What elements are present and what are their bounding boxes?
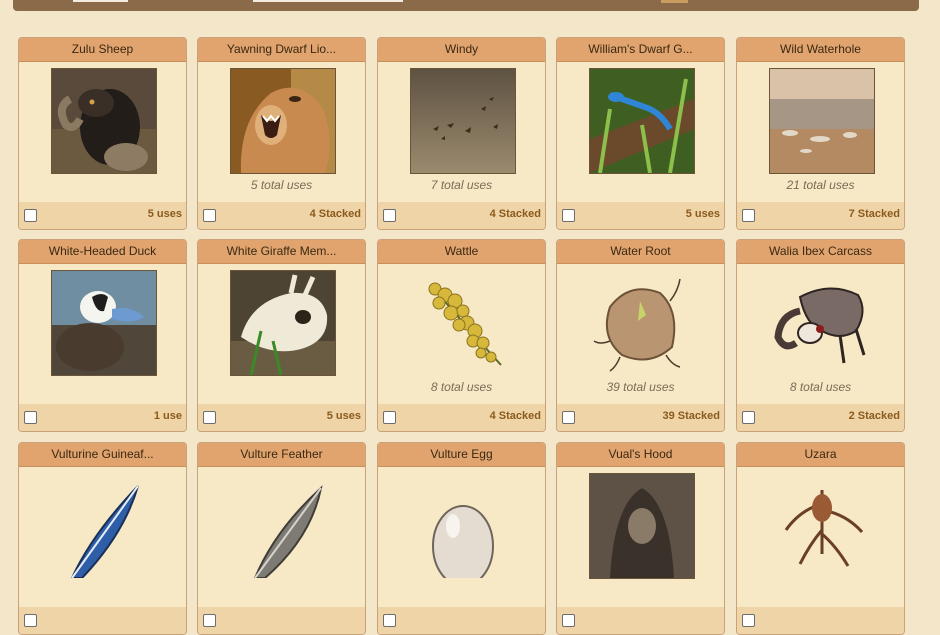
item-card[interactable]: Yawning Dwarf Lio... 5 total uses 4 Stacke… (197, 37, 366, 230)
select-checkbox[interactable] (742, 209, 755, 222)
select-checkbox[interactable] (562, 411, 575, 424)
item-card[interactable]: Water Root 39 total uses 39 Stacked (556, 239, 725, 432)
item-name[interactable]: Uzara (737, 443, 904, 467)
filter-button[interactable] (661, 0, 688, 3)
item-quantity: 4 Stacked (309, 208, 361, 220)
select-checkbox[interactable] (203, 411, 216, 424)
select-checkbox[interactable] (562, 614, 575, 627)
uzara-root-icon[interactable] (769, 473, 875, 579)
item-name[interactable]: Vual's Hood (557, 443, 724, 467)
search-field-2[interactable] (253, 0, 403, 2)
total-uses: 5 total uses (250, 178, 313, 192)
select-checkbox[interactable] (742, 614, 755, 627)
item-card[interactable]: Walia Ibex Carcass 8 total uses 2 Stacked (736, 239, 905, 432)
item-footer: 5 uses (198, 404, 365, 431)
select-checkbox[interactable] (24, 209, 37, 222)
item-footer (737, 607, 904, 634)
total-uses: 8 total uses (789, 380, 852, 394)
egg-icon[interactable] (410, 473, 516, 579)
item-quantity: 5 uses (685, 208, 720, 220)
item-name[interactable]: Walia Ibex Carcass (737, 240, 904, 264)
item-name[interactable]: Wild Waterhole (737, 38, 904, 62)
select-checkbox[interactable] (383, 209, 396, 222)
top-toolbar (13, 0, 919, 11)
total-uses: 8 total uses (430, 380, 493, 394)
item-footer: 4 Stacked (378, 202, 545, 229)
item-quantity: 2 Stacked (848, 410, 900, 422)
select-checkbox[interactable] (383, 614, 396, 627)
item-card[interactable]: Windy 7 total uses 4 Stacked (377, 37, 546, 230)
duck-portrait-icon[interactable] (51, 270, 157, 376)
item-footer: 5 uses (557, 202, 724, 229)
select-checkbox[interactable] (203, 614, 216, 627)
item-name[interactable]: William's Dwarf G... (557, 38, 724, 62)
item-card[interactable]: Wild Waterhole 21 total uses 7 Stacked (736, 37, 905, 230)
giraffe-skull-icon[interactable] (230, 270, 336, 376)
select-checkbox[interactable] (562, 209, 575, 222)
item-name[interactable]: Yawning Dwarf Lio... (198, 38, 365, 62)
waterhole-landscape-icon[interactable] (769, 68, 875, 174)
search-field-1[interactable] (73, 0, 128, 2)
item-quantity: 7 Stacked (848, 208, 900, 220)
item-footer: 1 use (19, 404, 186, 431)
sheep-portrait-icon[interactable] (51, 68, 157, 174)
item-card[interactable]: White Giraffe Mem... 5 uses (197, 239, 366, 432)
water-root-icon[interactable] (589, 270, 695, 376)
item-footer: 4 Stacked (198, 202, 365, 229)
item-card[interactable]: William's Dwarf G... 5 uses (556, 37, 725, 230)
item-card[interactable]: Wattle 8 total uses 4 Stacked (377, 239, 546, 432)
item-footer (378, 607, 545, 634)
item-quantity: 4 Stacked (489, 410, 541, 422)
select-checkbox[interactable] (24, 411, 37, 424)
item-name[interactable]: Vulture Feather (198, 443, 365, 467)
item-footer: 5 uses (19, 202, 186, 229)
windy-weather-icon[interactable] (410, 68, 516, 174)
item-quantity: 5 uses (326, 410, 361, 422)
item-card[interactable]: Uzara (736, 442, 905, 635)
total-uses: 39 total uses (606, 380, 675, 394)
item-footer: 4 Stacked (378, 404, 545, 431)
item-footer (557, 607, 724, 634)
guineafowl-feather-icon[interactable] (51, 473, 157, 579)
item-card[interactable]: Vulture Feather (197, 442, 366, 635)
item-footer (198, 607, 365, 634)
wattle-flower-icon[interactable] (410, 270, 516, 376)
item-quantity: 5 uses (147, 208, 182, 220)
item-card[interactable]: Vulture Egg (377, 442, 546, 635)
item-footer (19, 607, 186, 634)
item-quantity: 4 Stacked (489, 208, 541, 220)
item-name[interactable]: Windy (378, 38, 545, 62)
item-quantity: 1 use (153, 410, 182, 422)
item-card[interactable]: White-Headed Duck 1 use (18, 239, 187, 432)
total-uses: 7 total uses (430, 178, 493, 192)
item-name[interactable]: Wattle (378, 240, 545, 264)
item-name[interactable]: White Giraffe Mem... (198, 240, 365, 264)
item-name[interactable]: Zulu Sheep (19, 38, 186, 62)
total-uses: 21 total uses (786, 178, 855, 192)
select-checkbox[interactable] (24, 614, 37, 627)
select-checkbox[interactable] (203, 209, 216, 222)
hood-portrait-icon[interactable] (589, 473, 695, 579)
item-footer: 7 Stacked (737, 202, 904, 229)
select-checkbox[interactable] (742, 411, 755, 424)
item-footer: 2 Stacked (737, 404, 904, 431)
lion-portrait-icon[interactable] (230, 68, 336, 174)
select-checkbox[interactable] (383, 411, 396, 424)
gecko-portrait-icon[interactable] (589, 68, 695, 174)
item-card[interactable]: Vual's Hood (556, 442, 725, 635)
item-name[interactable]: Water Root (557, 240, 724, 264)
item-footer: 39 Stacked (557, 404, 724, 431)
item-name[interactable]: White-Headed Duck (19, 240, 186, 264)
item-card[interactable]: Vulturine Guineaf... (18, 442, 187, 635)
item-card[interactable]: Zulu Sheep 5 uses (18, 37, 187, 230)
item-name[interactable]: Vulturine Guineaf... (19, 443, 186, 467)
item-name[interactable]: Vulture Egg (378, 443, 545, 467)
ibex-carcass-icon[interactable] (769, 270, 875, 376)
vulture-feather-icon[interactable] (230, 473, 336, 579)
item-quantity: 39 Stacked (662, 410, 720, 422)
